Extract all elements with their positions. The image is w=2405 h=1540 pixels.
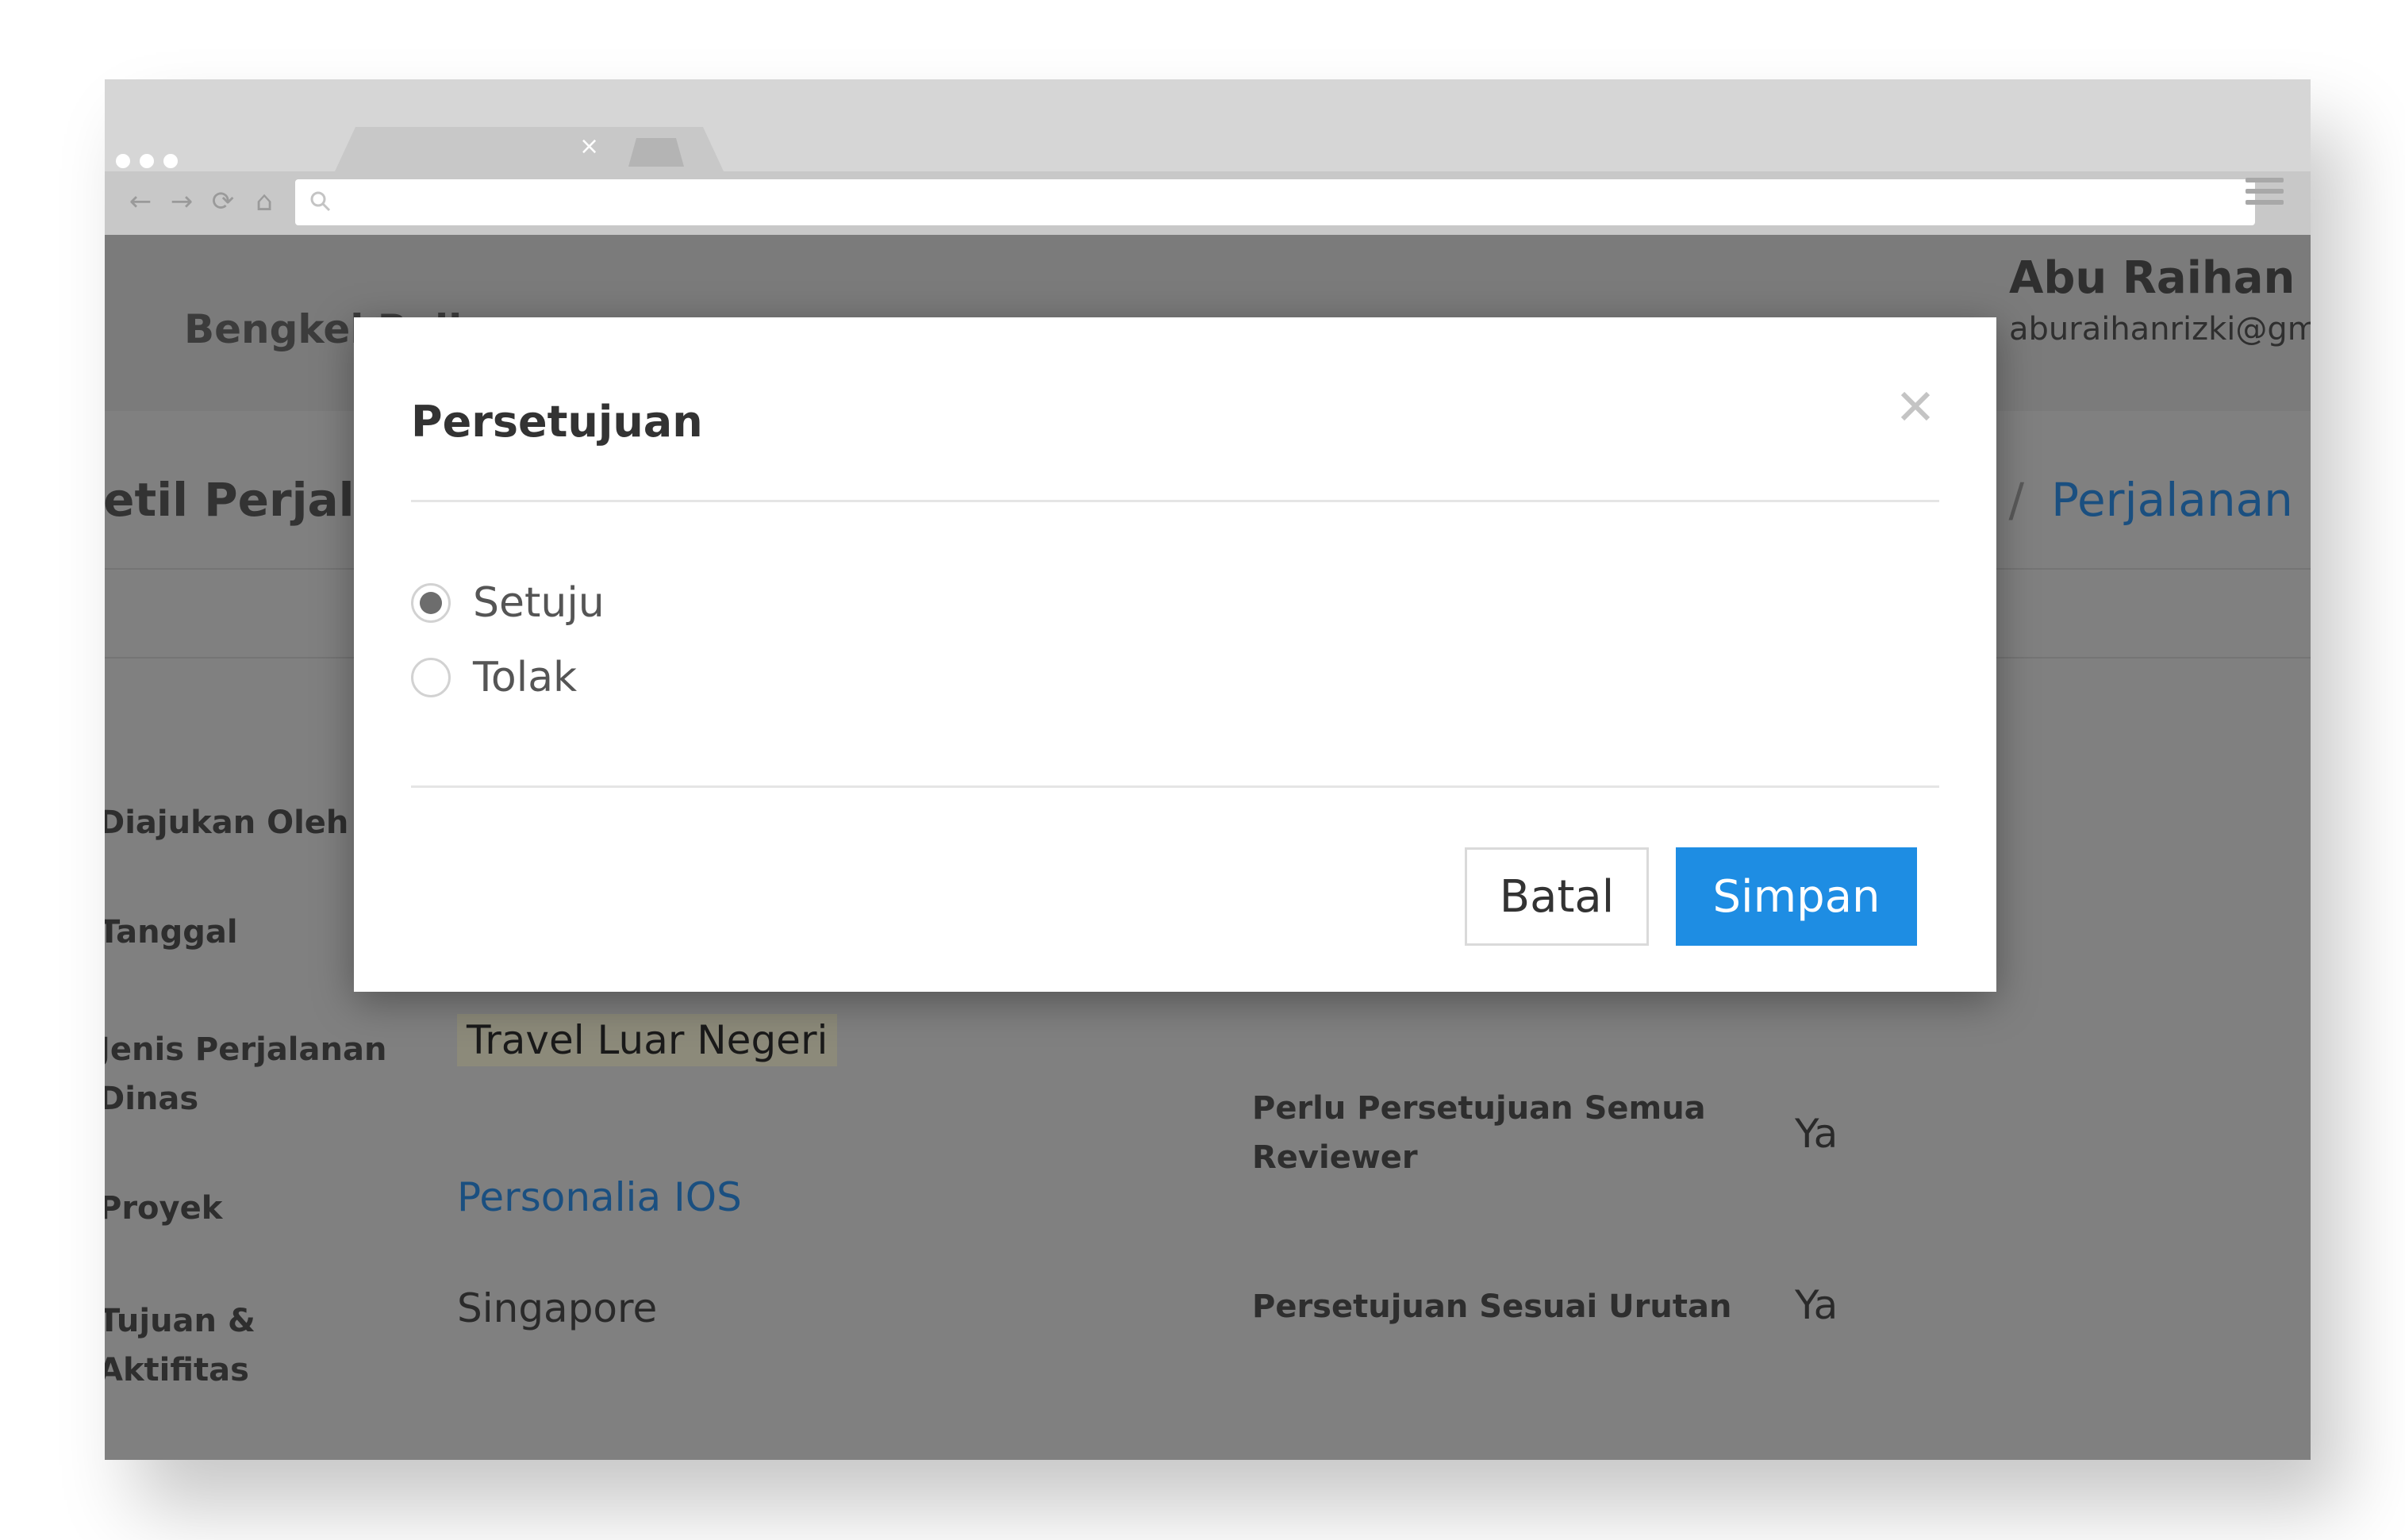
breadcrumb: a/Perjalanan	[1954, 473, 2293, 527]
radio-option-setuju[interactable]: Setuju	[411, 579, 605, 627]
radio-selected-dot	[420, 592, 442, 614]
detail-label-jenis-perjalanan: Jenis Perjalanan Dinas	[105, 1031, 387, 1117]
home-icon[interactable]: ⌂	[249, 186, 279, 217]
detail-value-tujuan-aktifitas: Singapore	[457, 1285, 658, 1331]
window-control-close[interactable]	[116, 154, 130, 168]
close-icon[interactable]	[1895, 386, 1936, 427]
browser-tab-strip: ×	[105, 79, 2311, 171]
radio-label-tolak: Tolak	[473, 654, 578, 701]
search-icon	[310, 191, 331, 212]
detail-value-jenis-perjalanan: Travel Luar Negeri	[457, 1014, 838, 1066]
radio-option-tolak[interactable]: Tolak	[411, 654, 577, 701]
forward-arrow-icon[interactable]: →	[167, 186, 197, 217]
new-tab-button[interactable]	[628, 138, 684, 167]
browser-toolbar: ← → ⟳ ⌂	[105, 171, 2311, 235]
approval-modal: Persetujuan Setuju Tolak Batal Simpan	[354, 317, 1996, 992]
address-bar[interactable]	[295, 179, 2255, 225]
travel-type-chip: Travel Luar Negeri	[457, 1014, 838, 1066]
breadcrumb-item-current[interactable]: Perjalanan	[2051, 473, 2293, 527]
detail-value-proyek-link[interactable]: Personalia IOS	[457, 1174, 742, 1220]
radio-label-setuju: Setuju	[473, 579, 605, 627]
detail-label-perlu-persetujuan: Perlu Persetujuan Semua Reviewer	[1252, 1090, 1706, 1176]
window-control-maximize[interactable]	[163, 154, 178, 168]
tab-close-icon[interactable]: ×	[579, 135, 599, 159]
detail-label-proyek: Proyek	[105, 1190, 223, 1227]
save-button[interactable]: Simpan	[1676, 847, 1917, 946]
modal-footer-divider	[411, 785, 1939, 788]
modal-title: Persetujuan	[411, 397, 703, 447]
window-control-minimize[interactable]	[140, 154, 154, 168]
radio-button-tolak[interactable]	[411, 658, 451, 697]
detail-label-persetujuan-urutan: Persetujuan Sesuai Urutan	[1252, 1288, 1732, 1325]
detail-value-perlu-persetujuan: Ya	[1795, 1111, 1838, 1157]
back-arrow-icon[interactable]: ←	[125, 186, 156, 217]
cancel-button[interactable]: Batal	[1465, 847, 1649, 946]
detail-value-persetujuan-urutan: Ya	[1795, 1282, 1838, 1328]
user-name: Abu Raihan	[2009, 252, 2296, 304]
breadcrumb-separator: /	[2008, 473, 2025, 527]
radio-button-setuju[interactable]	[411, 583, 451, 623]
reload-icon[interactable]: ⟳	[208, 186, 238, 217]
detail-label-tujuan-aktifitas: Tujuan & Aktifitas	[105, 1303, 255, 1388]
browser-nav: ← → ⟳ ⌂	[125, 186, 279, 217]
modal-header-divider	[411, 500, 1939, 502]
hamburger-menu-icon[interactable]	[2246, 178, 2284, 209]
user-email: aburaihanrizki@gmail.com	[2009, 311, 2311, 348]
window-controls	[116, 154, 178, 168]
